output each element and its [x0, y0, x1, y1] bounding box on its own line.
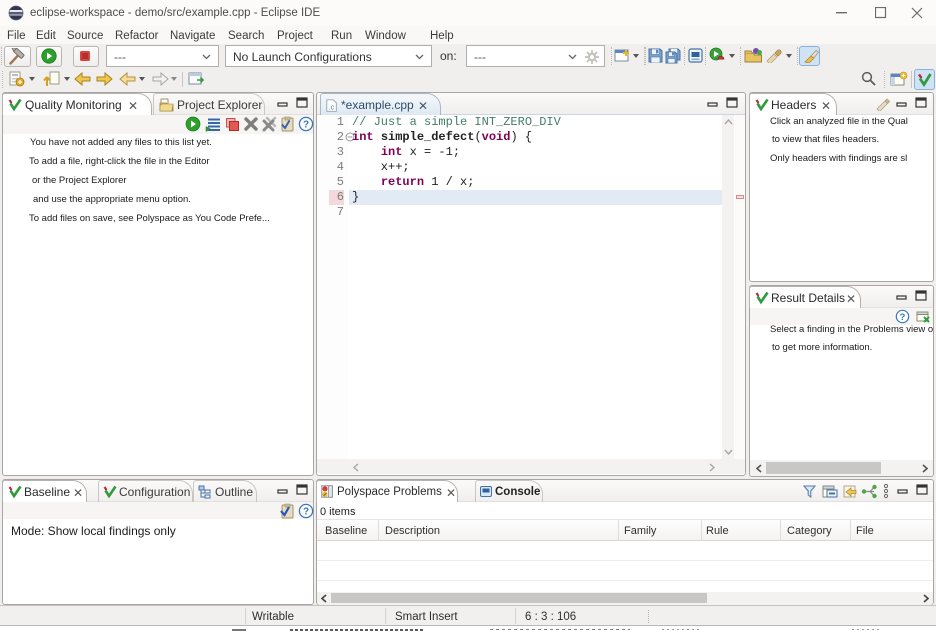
svg-text:?: ? — [900, 312, 906, 322]
svg-text:?: ? — [303, 120, 309, 131]
svg-text:?: ? — [303, 507, 309, 518]
svg-text:.c: .c — [328, 102, 334, 111]
